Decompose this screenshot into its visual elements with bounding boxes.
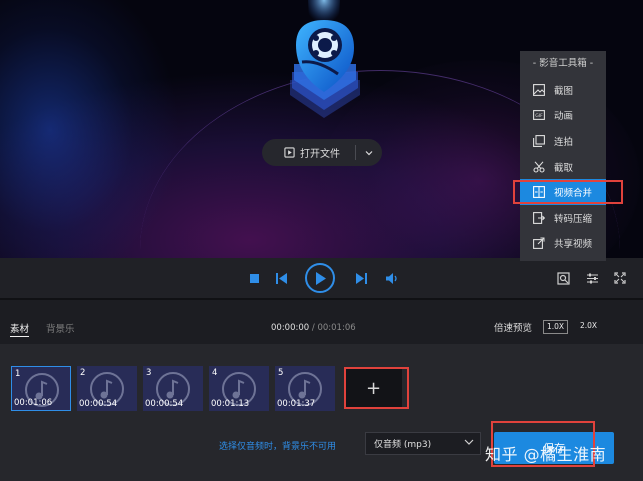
toolbox-item-burst[interactable]: 连拍 — [520, 128, 606, 154]
gif-icon: GIF — [533, 110, 545, 121]
play-button[interactable] — [305, 263, 335, 293]
video-player-app: 打开文件 - 影音工具箱 - 截图 GIF 动画 连拍 截取 视频合并 转码压缩… — [0, 0, 643, 481]
play-file-icon — [284, 147, 295, 158]
toolbox-item-label: 截图 — [554, 85, 574, 97]
tab-material[interactable]: 素材 — [10, 321, 30, 337]
output-format-value: 仅音频 (mp3) — [374, 440, 432, 450]
toolbox-item-share[interactable]: 共享视频 — [520, 231, 606, 257]
clip-thumbnail[interactable]: 2 00:00:54 — [77, 366, 137, 411]
clip-thumbnail[interactable]: 3 00:00:54 — [143, 366, 203, 411]
toolbox-item-label: 截取 — [554, 162, 574, 174]
sliders-icon — [586, 273, 598, 283]
next-button[interactable] — [353, 271, 369, 285]
skip-forward-icon — [356, 272, 367, 284]
clip-number: 3 — [146, 368, 152, 378]
timecode: 00:00:00 / 00:01:06 — [271, 323, 356, 333]
skip-back-icon — [276, 272, 287, 284]
transcode-icon — [533, 211, 545, 224]
total-time: 00:01:06 — [317, 323, 356, 333]
stop-icon — [249, 273, 259, 283]
open-file-main[interactable]: 打开文件 — [262, 139, 355, 166]
clip-duration: 00:01:37 — [277, 399, 316, 409]
merge-highlight-box — [513, 180, 623, 204]
clip-duration: 00:01:13 — [211, 399, 250, 409]
open-file-button[interactable]: 打开文件 — [262, 139, 382, 166]
toolbox-item-label: 共享视频 — [554, 239, 593, 251]
screenshot-tool-button[interactable] — [555, 270, 571, 286]
speed-preview-label: 倍速预览 — [494, 323, 533, 334]
playback-control-bar — [0, 258, 643, 298]
clip-number: 2 — [80, 368, 86, 378]
clip-thumbnail[interactable]: 1 00:01:06 — [11, 366, 71, 411]
volume-button[interactable] — [384, 271, 400, 285]
clip-duration: 00:00:54 — [145, 399, 184, 409]
play-icon — [316, 271, 326, 285]
svg-text:GIF: GIF — [535, 114, 543, 120]
previous-button[interactable] — [274, 271, 290, 285]
scissors-icon — [533, 161, 545, 173]
add-clip-highlight-box — [344, 367, 409, 409]
volume-icon — [385, 272, 397, 284]
burst-icon — [533, 135, 545, 147]
toolbox-item-label: 转码压缩 — [554, 213, 593, 225]
toolbox-item-label: 动画 — [554, 111, 574, 123]
settings-button[interactable] — [584, 270, 600, 286]
fullscreen-icon — [614, 272, 626, 284]
chevron-down-icon — [464, 439, 474, 445]
image-icon — [533, 83, 545, 96]
toolbox-item-transcode[interactable]: 转码压缩 — [520, 205, 606, 231]
share-icon — [533, 237, 545, 250]
output-format-select[interactable]: 仅音频 (mp3) — [365, 432, 481, 455]
open-file-dropdown[interactable] — [356, 139, 382, 166]
tab-background-music[interactable]: 背景乐 — [46, 321, 75, 335]
toolbox-item-gif[interactable]: GIF 动画 — [520, 103, 606, 129]
zhihu-watermark: 知乎 @橘生淮南 — [485, 445, 607, 464]
chevron-down-icon — [365, 150, 373, 155]
clip-duration: 00:01:06 — [14, 398, 53, 408]
toolbox-title: - 影音工具箱 - — [532, 58, 594, 69]
speed-2x-button[interactable]: 2.0X — [576, 320, 601, 334]
clip-thumbnail[interactable]: 5 00:01:37 — [275, 366, 335, 411]
toolbox-item-trim[interactable]: 截取 — [520, 154, 606, 180]
speed-1x-button[interactable]: 1.0X — [543, 320, 568, 334]
stop-button[interactable] — [247, 271, 261, 285]
clip-number: 1 — [15, 369, 21, 379]
toolbox-item-label: 连拍 — [554, 136, 574, 148]
media-toolbox-menu: - 影音工具箱 - 截图 GIF 动画 连拍 截取 视频合并 转码压缩 共享视频 — [513, 51, 623, 261]
player-logo-icon — [290, 0, 360, 118]
open-file-label: 打开文件 — [300, 149, 340, 160]
clip-number: 5 — [278, 368, 284, 378]
image-search-icon — [556, 271, 570, 285]
toolbox-item-screenshot[interactable]: 截图 — [520, 77, 606, 103]
clip-duration: 00:00:54 — [79, 399, 118, 409]
clip-number: 4 — [212, 368, 218, 378]
fullscreen-button[interactable] — [612, 270, 628, 286]
clip-thumbnail[interactable]: 4 00:01:13 — [209, 366, 269, 411]
audio-only-hint: 选择仅音频时，背景乐不可用 — [219, 442, 337, 452]
current-time: 00:00:00 — [271, 323, 310, 333]
